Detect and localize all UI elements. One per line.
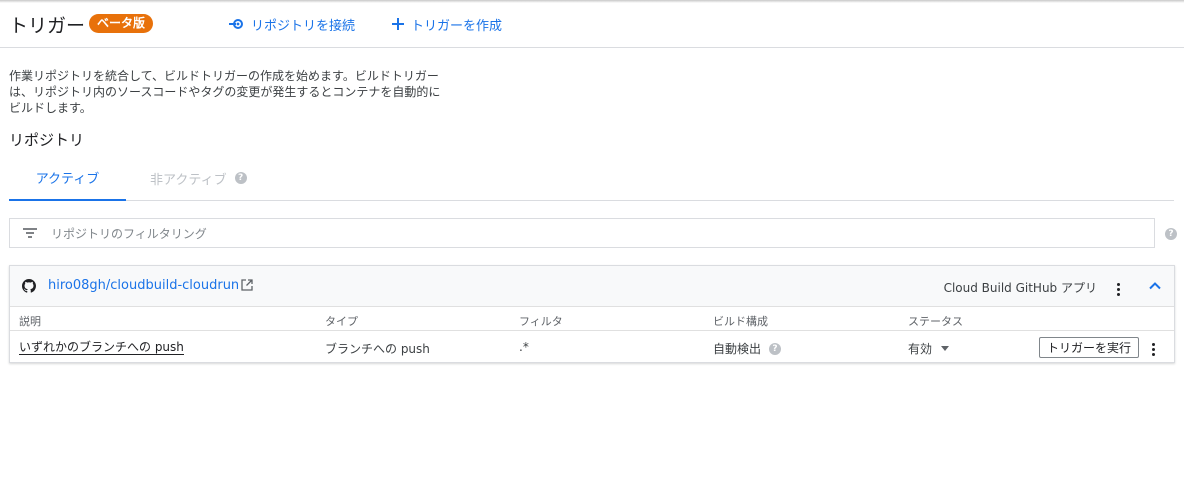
filter-help-icon[interactable]: ? <box>1165 228 1177 240</box>
connect-repository-label: リポジトリを接続 <box>251 18 356 34</box>
build-config-value: 自動検出 <box>713 342 762 356</box>
trigger-filter: .* <box>519 340 529 354</box>
filter-list-icon <box>23 228 37 238</box>
github-icon <box>22 279 36 293</box>
tab-active-label: アクティブ <box>35 171 100 187</box>
intro-text: 作業リポジトリを統合して、ビルドトリガーの作成を始めます。ビルドトリガー は、リ… <box>9 68 449 116</box>
filter-placeholder: リポジトリのフィルタリング <box>51 226 207 241</box>
table-divider <box>10 330 1174 331</box>
intro-line: は、リポジトリ内のソースコードやタグの変更が発生するとコンテナを自動的に <box>9 85 441 99</box>
column-header-filter: フィルタ <box>519 315 563 328</box>
help-icon[interactable]: ? <box>234 172 247 184</box>
trigger-more-icon[interactable] <box>1146 340 1160 358</box>
build-config-help-icon[interactable]: ? <box>769 342 782 355</box>
trigger-build-config: 自動検出 ? <box>713 340 782 357</box>
status-tabs: アクティブ 非アクティブ ? <box>9 155 1174 201</box>
trigger-status-select[interactable]: 有効 <box>908 340 950 357</box>
github-app-label: Cloud Build GitHub アプリ <box>943 281 1097 295</box>
repository-more-icon[interactable] <box>1111 280 1125 298</box>
column-header-build-config: ビルド構成 <box>713 315 768 328</box>
expand-less-icon[interactable] <box>1147 278 1163 294</box>
column-header-description: 説明 <box>19 315 41 328</box>
column-header-type: タイプ <box>325 315 358 328</box>
tab-inactive[interactable]: 非アクティブ ? <box>150 155 247 201</box>
tab-active[interactable]: アクティブ <box>9 155 126 201</box>
repository-card: hiro08gh/cloudbuild-cloudrun Cloud Build… <box>9 265 1175 363</box>
add-icon <box>392 18 404 30</box>
create-trigger-label: トリガーを作成 <box>411 18 503 34</box>
intro-line: 作業リポジトリを統合して、ビルドトリガーの作成を始めます。ビルドトリガー <box>9 69 439 83</box>
tab-inactive-label: 非アクティブ <box>150 172 227 188</box>
page-header: トリガー ベータ版 リポジトリを接続 トリガーを作成 <box>0 0 1184 48</box>
repository-card-header: hiro08gh/cloudbuild-cloudrun Cloud Build… <box>10 266 1174 307</box>
create-trigger-button[interactable]: トリガーを作成 <box>391 14 502 34</box>
page-title: トリガー <box>9 15 86 37</box>
trigger-description-link[interactable]: いずれかのブランチへの push <box>19 340 184 355</box>
open-in-new-icon[interactable] <box>241 279 253 291</box>
column-header-status: ステータス <box>908 315 963 328</box>
repository-link[interactable]: hiro08gh/cloudbuild-cloudrun <box>48 278 239 293</box>
intro-line: ビルドします。 <box>9 101 92 115</box>
repository-filter-input[interactable]: リポジトリのフィルタリング <box>9 218 1155 248</box>
repositories-heading: リポジトリ <box>9 131 85 149</box>
status-value: 有効 <box>908 342 933 356</box>
beta-badge: ベータ版 <box>89 14 154 33</box>
run-trigger-button[interactable]: トリガーを実行 <box>1039 337 1140 358</box>
connect-repo-icon <box>229 19 243 29</box>
trigger-type: ブランチへの push <box>325 342 430 356</box>
chevron-down-icon <box>941 346 950 351</box>
connect-repository-button[interactable]: リポジトリを接続 <box>229 14 355 34</box>
